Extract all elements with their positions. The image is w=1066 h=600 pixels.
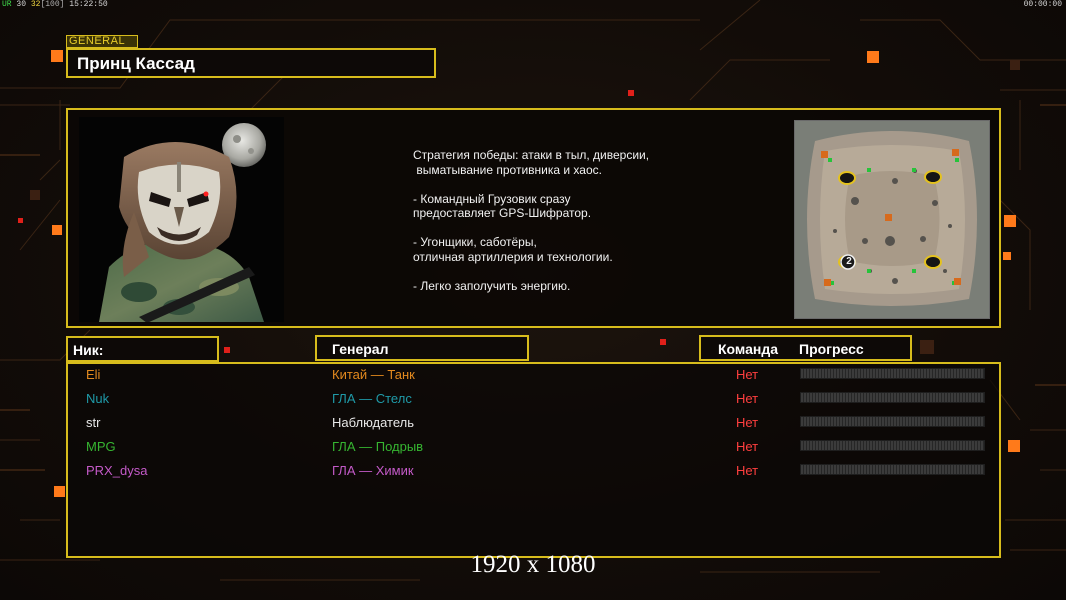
description-line: - Командный Грузовик сразу	[413, 191, 571, 206]
general-tag: GENERAL	[66, 35, 138, 48]
player-nick: Eli	[86, 367, 101, 382]
hud-stats: UR 30 32[100] 15:22:50	[2, 0, 108, 9]
description-line: отличная артиллерия и технологии.	[413, 249, 613, 264]
description-line	[413, 177, 773, 192]
player-team[interactable]: Нет	[736, 367, 758, 382]
description-line: Стратегия победы: атаки в тыл, диверсии,	[413, 148, 650, 162]
portrait-art	[99, 123, 266, 322]
hud-stat-c: 32	[30, 0, 41, 9]
description-line	[413, 221, 773, 236]
general-header: Генерал	[315, 335, 529, 361]
resolution-caption: 1920 x 1080	[470, 551, 596, 578]
description-line: выматывание противника и хаос.	[413, 162, 602, 177]
hud-clock: 15:22:50	[69, 0, 108, 9]
description-line: - Легко заполучить энергию.	[413, 278, 571, 293]
player-progress-bar	[800, 440, 985, 451]
player-team[interactable]: Нет	[736, 415, 758, 430]
general-portrait	[79, 117, 284, 322]
description-line: - Угонщики, саботёры,	[413, 235, 537, 249]
team-progress-header: Команда Прогресс	[699, 335, 912, 361]
progress-header-label: Прогресс	[799, 341, 864, 357]
hud-stat-d: [100]	[40, 0, 65, 9]
player-nick: str	[86, 415, 101, 430]
player-progress-bar	[800, 464, 985, 475]
player-progress-bar	[800, 392, 985, 403]
player-general: Наблюдатель	[332, 415, 415, 430]
description-line: предоставляет GPS-Шифратор.	[413, 206, 592, 220]
general-tag-label: GENERAL	[69, 35, 126, 47]
general-name-bar: Принц Кассад	[66, 48, 436, 78]
description-line	[413, 264, 773, 279]
player-progress-bar	[800, 368, 985, 379]
player-team[interactable]: Нет	[736, 463, 758, 478]
hud-stat-b: 30	[16, 0, 27, 9]
nick-header: Ник:	[66, 336, 219, 362]
general-header-label: Генерал	[332, 341, 389, 357]
team-header-label: Команда	[718, 341, 778, 357]
nick-header-label: Ник:	[73, 342, 104, 358]
player-nick: MPG	[86, 439, 116, 454]
general-description: Стратегия победы: атаки в тыл, диверсии,…	[413, 148, 773, 293]
hud-stat-a: UR	[2, 0, 12, 9]
player-general: ГЛА — Подрыв	[332, 439, 424, 454]
hud-timer: 00:00:00	[1023, 0, 1062, 9]
player-general: ГЛА — Стелс	[332, 391, 412, 406]
game-lobby-screen: UR 30 32[100] 15:22:50 00:00:00 GENERAL …	[0, 0, 1066, 600]
general-name: Принц Кассад	[77, 54, 195, 73]
player-team[interactable]: Нет	[736, 391, 758, 406]
player-nick: Nuk	[86, 391, 110, 406]
player-progress-bar	[800, 416, 985, 427]
map-preview[interactable]: 2	[794, 120, 990, 319]
minimap	[795, 121, 989, 318]
map-player-badge: 2	[846, 256, 852, 267]
player-nick: PRX_dysa	[86, 463, 148, 478]
player-team[interactable]: Нет	[736, 439, 758, 454]
player-general: ГЛА — Химик	[332, 463, 414, 478]
player-general: Китай — Танк	[332, 367, 415, 382]
